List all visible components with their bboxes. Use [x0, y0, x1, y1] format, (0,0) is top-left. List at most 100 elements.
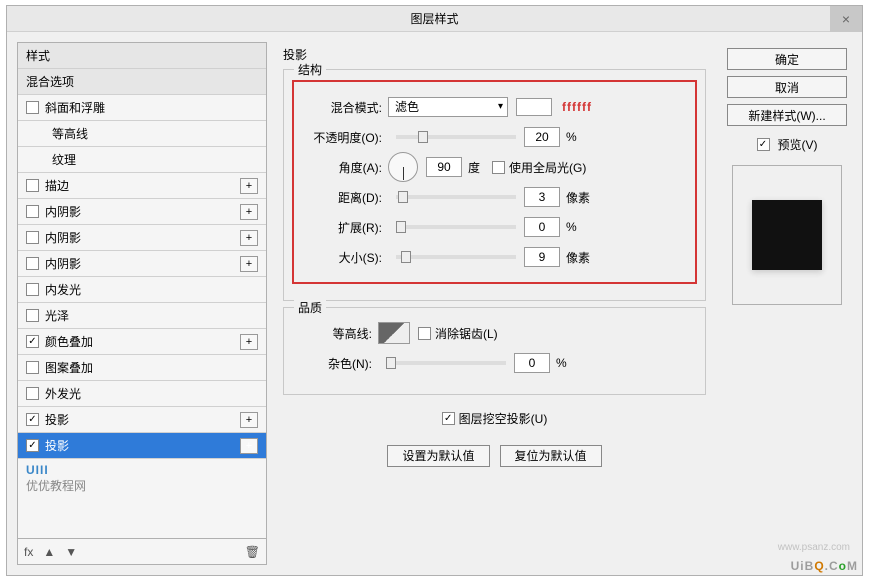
angle-dial[interactable]	[388, 152, 418, 182]
blend-mode-label: 混合模式:	[302, 99, 388, 116]
antialias-checkbox[interactable]	[418, 327, 431, 340]
style-item[interactable]: 纹理	[18, 147, 266, 173]
style-item-label: 光泽	[45, 303, 69, 329]
style-checkbox[interactable]	[26, 179, 39, 192]
preview-checkbox[interactable]: ✓	[757, 138, 770, 151]
style-checkbox[interactable]	[26, 205, 39, 218]
noise-slider[interactable]	[386, 361, 506, 365]
highlight-box: 混合模式: 滤色 ffffff 不透明度(O): 20 % 角度(A):	[292, 80, 697, 284]
new-style-button[interactable]: 新建样式(W)...	[727, 104, 847, 126]
size-slider[interactable]	[396, 255, 516, 259]
knockout-checkbox[interactable]: ✓	[442, 412, 455, 425]
style-item[interactable]: 外发光	[18, 381, 266, 407]
color-swatch[interactable]	[516, 98, 552, 116]
style-checkbox[interactable]	[26, 257, 39, 270]
angle-unit: 度	[468, 159, 480, 176]
trash-icon[interactable]: 🗑	[245, 545, 260, 559]
layer-style-dialog: 图层样式 × 样式 混合选项 斜面和浮雕等高线纹理描边+内阴影+内阴影+内阴影+…	[6, 5, 863, 576]
style-checkbox[interactable]	[26, 283, 39, 296]
size-label: 大小(S):	[302, 249, 388, 266]
noise-unit: %	[556, 356, 567, 370]
style-item[interactable]: 图案叠加	[18, 355, 266, 381]
style-item[interactable]: ✓投影+	[18, 407, 266, 433]
style-item[interactable]: 等高线	[18, 121, 266, 147]
distance-input[interactable]: 3	[524, 187, 560, 207]
spread-slider[interactable]	[396, 225, 516, 229]
style-list: 样式 混合选项 斜面和浮雕等高线纹理描边+内阴影+内阴影+内阴影+内发光光泽✓颜…	[18, 43, 266, 538]
spread-input[interactable]: 0	[524, 217, 560, 237]
style-item-label: 等高线	[52, 121, 88, 147]
antialias-label: 消除锯齿(L)	[435, 325, 498, 342]
style-item[interactable]: 描边 +	[18, 173, 266, 199]
style-item-label: 纹理	[52, 147, 76, 173]
style-item[interactable]: ✓ 投影 +	[18, 433, 266, 459]
noise-input[interactable]: 0	[514, 353, 550, 373]
size-input[interactable]: 9	[524, 247, 560, 267]
contour-label: 等高线:	[292, 325, 378, 342]
titlebar: 图层样式 ×	[7, 6, 862, 32]
styles-header[interactable]: 样式	[18, 43, 266, 69]
style-checkbox[interactable]: ✓	[26, 439, 39, 452]
style-item[interactable]: 内发光	[18, 277, 266, 303]
structure-group: 结构 混合模式: 滤色 ffffff 不透明度(O): 20 %	[283, 69, 706, 301]
style-item-label: 描边	[45, 173, 69, 199]
effect-title: 投影	[283, 46, 706, 63]
action-panel: 确定 取消 新建样式(W)... ✓ 预览(V)	[722, 42, 852, 565]
move-down-icon[interactable]: ▼	[65, 545, 77, 559]
add-effect-button[interactable]: +	[240, 178, 258, 194]
add-effect-button[interactable]: +	[240, 334, 258, 350]
global-light-label: 使用全局光(G)	[509, 159, 586, 176]
style-checkbox[interactable]: ✓	[26, 413, 39, 426]
angle-label: 角度(A):	[302, 159, 388, 176]
style-item[interactable]: ✓ 颜色叠加 +	[18, 329, 266, 355]
preview-swatch	[752, 200, 822, 270]
style-item-label: 内阴影	[45, 251, 81, 277]
move-up-icon[interactable]: ▲	[43, 545, 55, 559]
settings-panel: 投影 结构 混合模式: 滤色 ffffff 不透明度(O): 20 %	[275, 42, 714, 565]
add-effect-button[interactable]: +	[240, 256, 258, 272]
style-item-label: 外发光	[45, 381, 81, 407]
style-checkbox[interactable]	[26, 309, 39, 322]
knockout-label: 图层挖空投影(U)	[459, 410, 548, 427]
style-item[interactable]: 内阴影 +	[18, 251, 266, 277]
reset-default-button[interactable]: 复位为默认值	[500, 445, 602, 467]
corner-watermark: UiBQ.CoM	[791, 554, 858, 575]
style-item[interactable]: 内阴影+	[18, 199, 266, 225]
style-checkbox[interactable]	[26, 101, 39, 114]
opacity-slider[interactable]	[396, 135, 516, 139]
style-item-label: 投影	[45, 433, 69, 459]
style-checkbox[interactable]	[26, 231, 39, 244]
cancel-button[interactable]: 取消	[727, 76, 847, 98]
style-item[interactable]: 光泽	[18, 303, 266, 329]
style-checkbox[interactable]	[26, 387, 39, 400]
style-checkbox[interactable]: ✓	[26, 335, 39, 348]
style-item[interactable]: 内阴影 +	[18, 225, 266, 251]
contour-picker[interactable]	[378, 322, 410, 344]
make-default-button[interactable]: 设置为默认值	[387, 445, 489, 467]
vendor-watermark: UIII 优优教程网	[18, 459, 266, 498]
blend-options-header[interactable]: 混合选项	[18, 69, 266, 95]
style-checkbox[interactable]	[26, 361, 39, 374]
style-item[interactable]: 斜面和浮雕	[18, 95, 266, 121]
opacity-input[interactable]: 20	[524, 127, 560, 147]
blend-mode-select[interactable]: 滤色	[388, 97, 508, 117]
add-effect-button[interactable]: +	[240, 230, 258, 246]
opacity-unit: %	[566, 130, 577, 144]
close-button[interactable]: ×	[830, 6, 862, 32]
psanz-watermark: www.psanz.com	[778, 542, 850, 553]
spread-unit: %	[566, 220, 577, 234]
style-item-label: 内阴影	[45, 225, 81, 251]
style-item-label: 图案叠加	[45, 355, 93, 381]
distance-label: 距离(D):	[302, 189, 388, 206]
angle-input[interactable]: 90	[426, 157, 462, 177]
add-effect-button[interactable]: +	[240, 438, 258, 454]
ok-button[interactable]: 确定	[727, 48, 847, 70]
spread-label: 扩展(R):	[302, 219, 388, 236]
structure-label: 结构	[294, 61, 326, 78]
distance-slider[interactable]	[396, 195, 516, 199]
global-light-checkbox[interactable]	[492, 161, 505, 174]
style-item-label: 颜色叠加	[45, 329, 93, 355]
add-effect-button[interactable]: +	[240, 412, 258, 428]
fx-menu[interactable]: fx	[24, 545, 33, 559]
add-effect-button[interactable]: +	[240, 204, 258, 220]
